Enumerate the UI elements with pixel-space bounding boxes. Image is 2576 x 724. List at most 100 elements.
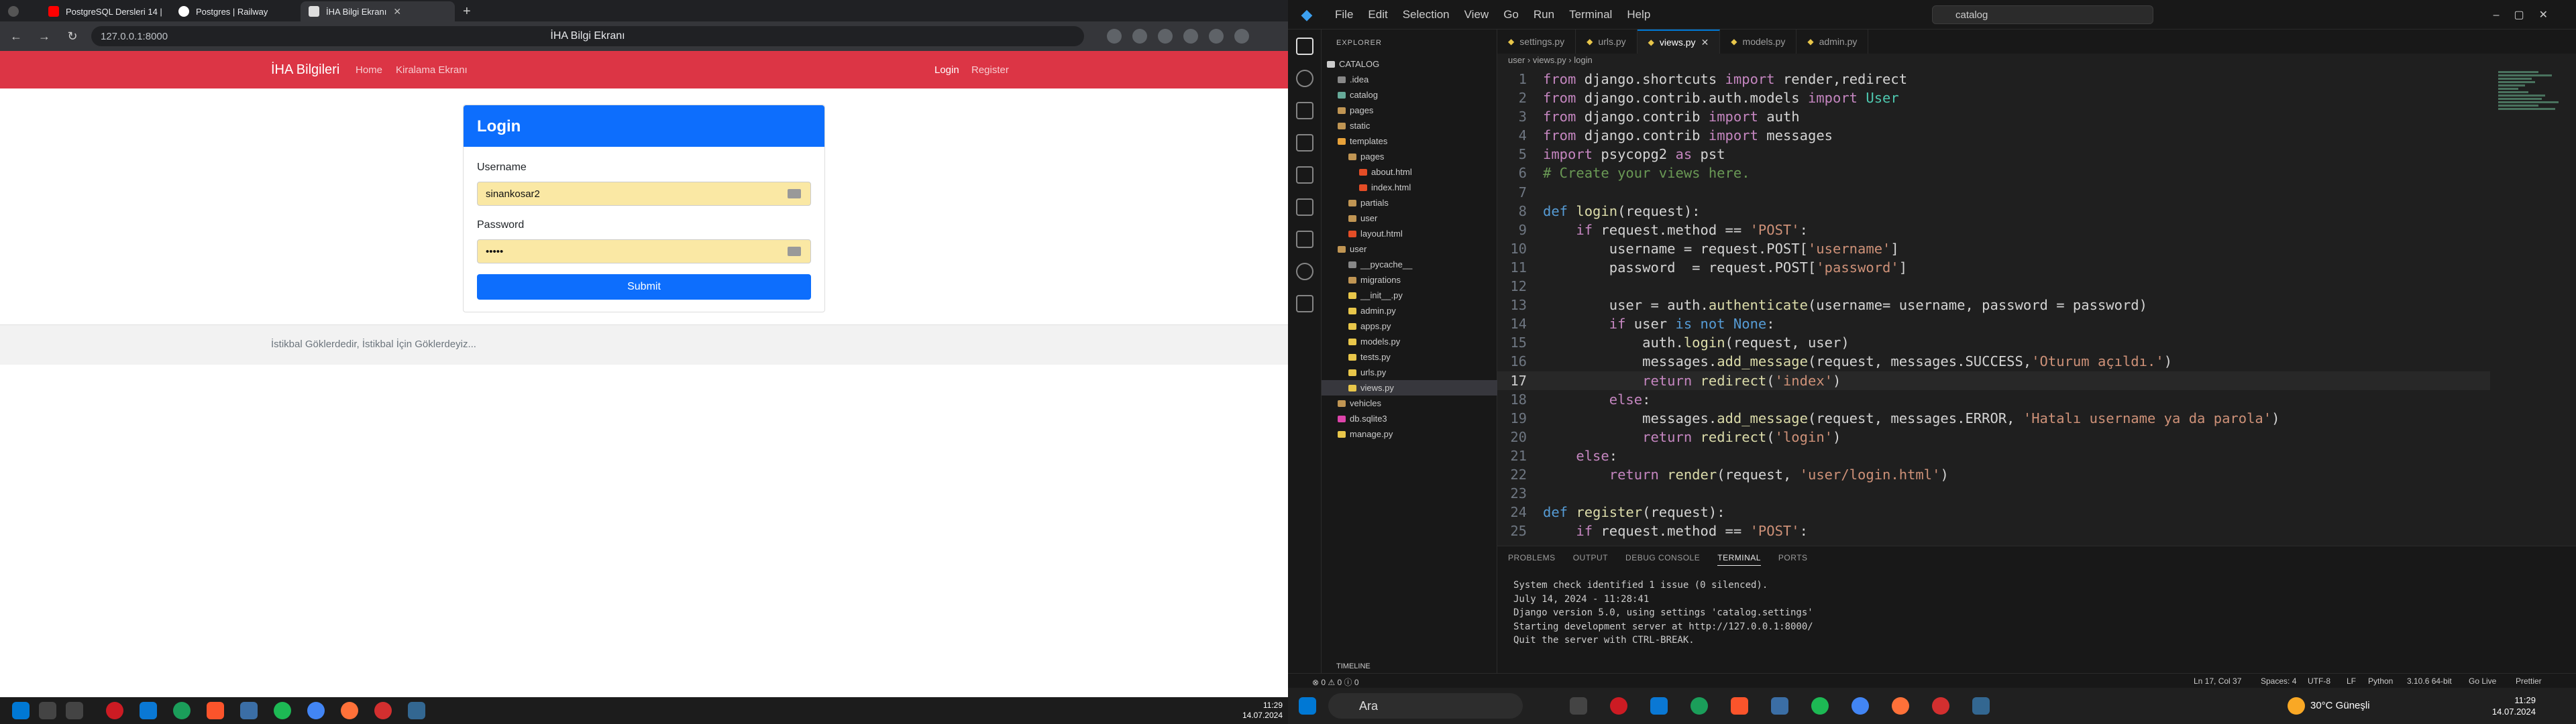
spotify-icon[interactable] xyxy=(1811,697,1829,715)
menu-file[interactable]: File xyxy=(1335,8,1353,21)
password-field[interactable]: ••••• xyxy=(477,239,811,263)
brave-icon[interactable] xyxy=(1731,697,1748,715)
menu-edit[interactable]: Edit xyxy=(1368,8,1387,21)
tree-item[interactable]: tests.py xyxy=(1322,349,1497,365)
tree-item[interactable]: apps.py xyxy=(1322,318,1497,334)
menu-view[interactable]: View xyxy=(1464,8,1489,21)
new-tab-button[interactable]: + xyxy=(455,1,482,21)
editor-tab[interactable]: ◆ settings.py xyxy=(1497,29,1576,54)
nav-register[interactable]: Register xyxy=(971,64,1009,76)
tree-item[interactable]: manage.py xyxy=(1322,426,1497,442)
python-interpreter[interactable]: 3.10.6 64-bit xyxy=(2407,676,2452,686)
tree-item[interactable]: about.html xyxy=(1322,164,1497,180)
tree-item[interactable]: user xyxy=(1322,210,1497,226)
username-field[interactable]: sinankosar2 xyxy=(477,182,811,206)
clock[interactable]: 11:29 14.07.2024 xyxy=(2492,695,2536,717)
panel-tab-problems[interactable]: PROBLEMS xyxy=(1508,553,1556,566)
submit-button[interactable]: Submit xyxy=(477,274,811,300)
start-icon[interactable] xyxy=(1299,697,1316,715)
address-bar[interactable]: 127.0.0.1:8000 İHA Bilgi Ekranı xyxy=(91,26,1084,46)
close-tab-icon[interactable]: ✕ xyxy=(393,6,401,17)
tree-item[interactable]: models.py xyxy=(1322,334,1497,349)
editor-tab[interactable]: ◆ admin.py xyxy=(1796,29,1869,54)
tree-item[interactable]: static xyxy=(1322,118,1497,133)
accounts-icon[interactable] xyxy=(1296,263,1313,280)
postgres-icon[interactable] xyxy=(408,702,425,719)
taskbar-search[interactable]: Ara xyxy=(1328,693,1523,719)
language-mode[interactable]: Python xyxy=(2368,676,2393,686)
encoding[interactable]: UTF-8 xyxy=(2308,676,2330,686)
menu-run[interactable]: Run xyxy=(1534,8,1554,21)
clock[interactable]: 11:29 14.07.2024 xyxy=(1242,701,1283,721)
panel-tab-terminal[interactable]: TERMINAL xyxy=(1717,553,1761,566)
yandex-icon[interactable] xyxy=(1932,697,1949,715)
minimap[interactable] xyxy=(2498,70,2565,177)
tree-item[interactable]: .idea xyxy=(1322,72,1497,87)
profile-button[interactable] xyxy=(0,1,40,21)
indentation[interactable]: Spaces: 4 xyxy=(2261,676,2296,686)
chrome-icon[interactable] xyxy=(1851,697,1869,715)
vscode-taskbar-icon[interactable] xyxy=(1650,697,1668,715)
task-view-icon[interactable] xyxy=(1570,697,1587,715)
weather-text[interactable]: 30°C Güneşli xyxy=(2310,700,2370,711)
vscode-taskbar-icon[interactable] xyxy=(140,702,157,719)
opera-icon[interactable] xyxy=(1610,697,1627,715)
pgadmin-icon[interactable] xyxy=(1771,697,1788,715)
source-control-icon[interactable] xyxy=(1296,102,1313,119)
firefox-icon[interactable] xyxy=(1892,697,1909,715)
go-live-button[interactable]: Go Live xyxy=(2469,676,2496,686)
extension-icon[interactable] xyxy=(1234,29,1249,44)
weather-icon[interactable] xyxy=(2288,697,2305,715)
site-brand[interactable]: İHA Bilgileri xyxy=(271,62,339,78)
tree-item[interactable]: layout.html xyxy=(1322,226,1497,241)
command-center-search[interactable]: catalog xyxy=(1932,5,2153,24)
tree-item[interactable]: user xyxy=(1322,241,1497,257)
panel-tab-output[interactable]: OUTPUT xyxy=(1573,553,1608,566)
search-icon[interactable] xyxy=(39,702,56,719)
menu-help[interactable]: Help xyxy=(1627,8,1650,21)
browser-tab-2[interactable]: Postgres | Railway xyxy=(170,1,301,21)
panel-tab-debug-console[interactable]: DEBUG CONSOLE xyxy=(1625,553,1700,566)
nav-login[interactable]: Login xyxy=(934,64,959,76)
editor-tab[interactable]: ◆ urls.py xyxy=(1576,29,1638,54)
extension-icon[interactable] xyxy=(1158,29,1173,44)
brave-icon[interactable] xyxy=(207,702,224,719)
tree-item[interactable]: pages xyxy=(1322,103,1497,118)
extension-icon[interactable] xyxy=(1183,29,1198,44)
yandex-icon[interactable] xyxy=(374,702,392,719)
browser-tab-3[interactable]: İHA Bilgi Ekranı ✕ xyxy=(301,1,455,21)
back-arrow-icon[interactable]: ← xyxy=(7,27,25,46)
tree-item[interactable]: partials xyxy=(1322,195,1497,210)
opera-icon[interactable] xyxy=(106,702,123,719)
browser-tab-1[interactable]: PostgreSQL Dersleri 14 | D xyxy=(40,1,170,21)
tree-item[interactable]: admin.py xyxy=(1322,303,1497,318)
remote-explorer-icon[interactable] xyxy=(1296,198,1313,216)
tree-item[interactable]: catalog xyxy=(1322,87,1497,103)
start-icon[interactable] xyxy=(12,702,30,719)
tree-item[interactable]: templates xyxy=(1322,133,1497,149)
tree-item[interactable]: migrations xyxy=(1322,272,1497,288)
pgadmin-icon[interactable] xyxy=(240,702,258,719)
settings-gear-icon[interactable] xyxy=(1296,295,1313,312)
code-editor[interactable]: 1 from django.shortcuts import render,red… xyxy=(1497,70,2490,539)
testing-icon[interactable] xyxy=(1296,231,1313,248)
prettier-status[interactable]: Prettier xyxy=(2516,676,2542,686)
close-tab-icon[interactable]: ✕ xyxy=(1701,37,1709,48)
editor-tab[interactable]: ◆ views.py ✕ xyxy=(1637,29,1721,54)
panel-tab-ports[interactable]: PORTS xyxy=(1778,553,1808,566)
nav-home[interactable]: Home xyxy=(356,64,382,76)
window-controls[interactable]: –▢✕ xyxy=(2493,8,2563,21)
tree-item[interactable]: __pycache__ xyxy=(1322,257,1497,272)
search-icon[interactable] xyxy=(1296,70,1313,87)
tree-item[interactable]: views.py xyxy=(1322,380,1497,396)
tree-item[interactable]: pages xyxy=(1322,149,1497,164)
menu-terminal[interactable]: Terminal xyxy=(1569,8,1612,21)
extension-icon[interactable] xyxy=(1209,29,1224,44)
breadcrumb[interactable]: user › views.py › login xyxy=(1508,55,1593,65)
explorer-icon[interactable] xyxy=(1296,38,1313,55)
menu-selection[interactable]: Selection xyxy=(1403,8,1450,21)
postgres-icon[interactable] xyxy=(1972,697,1990,715)
terminal-output[interactable]: System check identified 1 issue (0 silen… xyxy=(1513,579,1813,648)
menu-go[interactable]: Go xyxy=(1503,8,1519,21)
problems-status[interactable]: ⊗ 0 ⚠ 0 ⓘ 0 xyxy=(1312,676,1359,688)
